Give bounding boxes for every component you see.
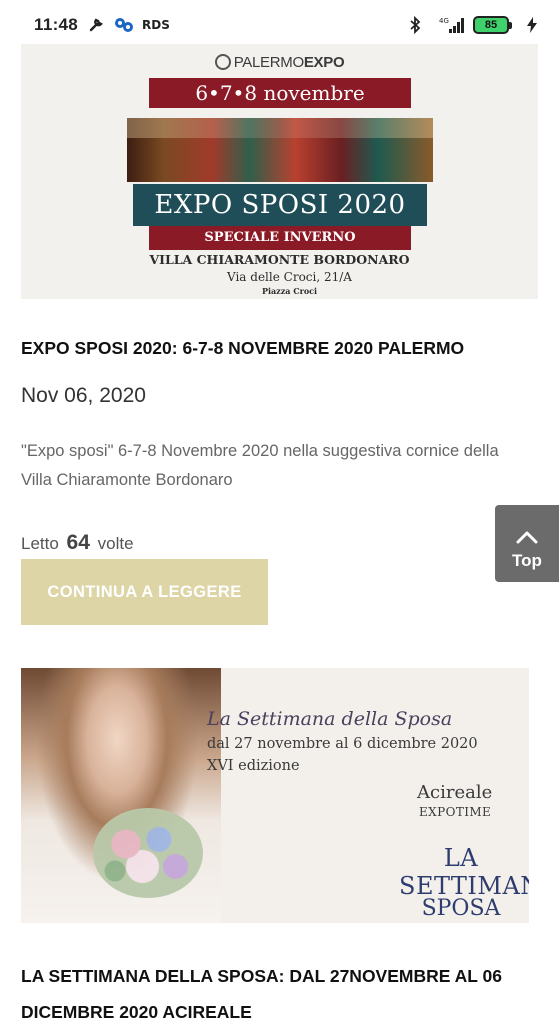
rds-label: RDS	[142, 18, 170, 32]
logo-light-text: PALERMO	[233, 54, 304, 71]
palermo-expo-logo-mark-icon	[214, 54, 231, 70]
status-time: 11:48	[34, 15, 79, 34]
article-2-banner-image[interactable]: La Settimana della Sposa dal 27 novembre…	[21, 668, 529, 923]
article-2-title[interactable]: LA SETTIMANA DELLA SPOSA: DAL 27NOVEMBRE…	[21, 958, 541, 1024]
reads-suffix: volte	[97, 534, 134, 553]
reads-count: 64	[66, 531, 90, 554]
bouquet-photo	[93, 808, 203, 898]
logo2-line1: LA SETTIMANA	[399, 844, 529, 900]
logo-bold-text: EXPO	[303, 54, 345, 71]
top-button-label: Top	[512, 551, 542, 570]
reads-prefix: Letto	[21, 534, 59, 553]
banner-address: Via delle Croci, 21/A	[227, 270, 352, 284]
banner-title: EXPO SPOSI 2020	[133, 184, 427, 226]
chevron-up-icon	[516, 531, 538, 544]
scroll-to-top-button[interactable]: Top	[495, 505, 559, 582]
charging-icon	[527, 17, 537, 33]
app-notification-icon	[114, 16, 134, 34]
banner2-title: La Settimana della Sposa	[207, 708, 453, 730]
article-1-banner-image[interactable]: PALERMOEXPO 6•7•8 novembre EXPO SPOSI 20…	[21, 44, 538, 299]
article-1-read-count: Letto 64 volte	[21, 531, 134, 555]
banner2-edition: XVI edizione	[207, 758, 300, 774]
status-bar: 11:48 RDS 4G 85	[0, 0, 559, 50]
banner-square: Piazza Croci	[261, 286, 318, 296]
article-1-excerpt: "Expo sposi" 6-7-8 Novembre 2020 nella s…	[21, 442, 499, 489]
svg-text:4G: 4G	[439, 17, 449, 25]
wrench-icon	[88, 17, 104, 33]
bluetooth-icon	[409, 16, 421, 34]
banner-subtitle: SPECIALE INVERNO	[149, 226, 411, 250]
banner2-city: Acireale	[417, 782, 493, 803]
signal-icon: 4G	[439, 16, 465, 34]
article-1-date: Nov 06, 2020	[21, 384, 146, 407]
settimana-sposa-logo: LA SETTIMANA SPOSA	[399, 844, 529, 921]
battery-icon: 85	[473, 16, 512, 34]
banner-villa-photo	[127, 118, 433, 182]
banner2-venue: EXPOTIME	[419, 805, 492, 819]
banner-dates: 6•7•8 novembre	[149, 78, 411, 108]
continue-reading-button[interactable]: CONTINUA A LEGGERE	[21, 559, 268, 625]
palermo-expo-logo: PALERMOEXPO	[21, 54, 538, 71]
article-1-title[interactable]: EXPO SPOSI 2020: 6-7-8 NOVEMBRE 2020 PAL…	[21, 338, 541, 359]
banner2-dates: dal 27 novembre al 6 dicembre 2020	[207, 736, 478, 752]
banner-venue: VILLA CHIARAMONTE BORDONARO	[149, 252, 410, 267]
